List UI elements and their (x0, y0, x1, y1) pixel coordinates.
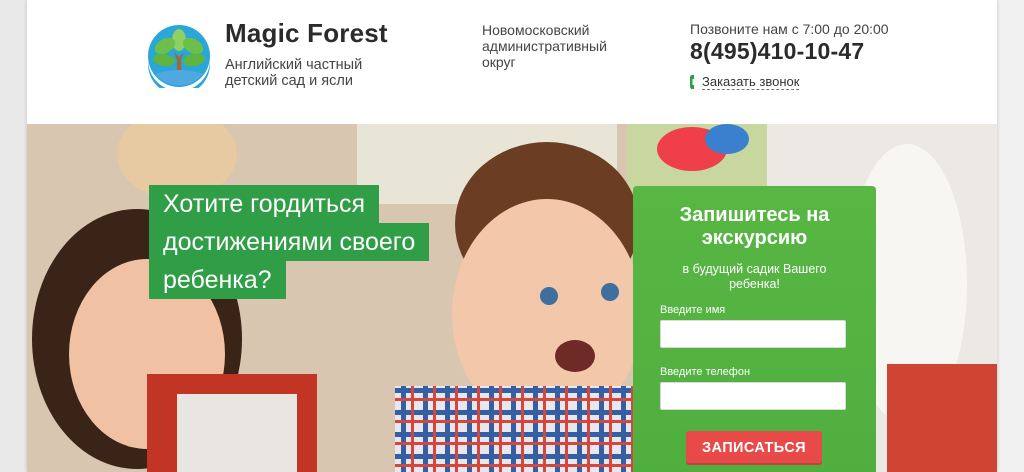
headline-line: достижениями своего (149, 223, 430, 261)
tree-logo-icon[interactable] (147, 24, 211, 88)
hero-section: Хотите гордиться достижениями своего реб… (27, 124, 997, 472)
callback-link[interactable]: Заказать звонок (690, 74, 800, 90)
name-label: Введите имя (660, 304, 726, 316)
brand-name[interactable]: Magic Forest (225, 18, 388, 49)
hero-headline: Хотите гордиться достижениями своего реб… (149, 185, 430, 299)
call-hours: Позвоните нам с 7:00 до 20:00 (690, 21, 889, 37)
district-text: Новомосковский административный округ (482, 22, 607, 70)
signup-form: Запишитесь на экскурсию в будущий садик … (633, 186, 876, 472)
right-gutter (997, 0, 1024, 472)
submit-button[interactable]: ЗАПИСАТЬСЯ (686, 431, 822, 465)
phone-handset-icon (690, 75, 694, 89)
landing-page: Magic Forest Английский частный детский … (0, 0, 1024, 472)
brand-tagline: Английский частный детский сад и ясли (225, 57, 363, 89)
form-subtitle: в будущий садик Вашего ребенка! (682, 262, 827, 291)
form-title: Запишитесь на экскурсию (679, 204, 830, 249)
page-container: Magic Forest Английский частный детский … (27, 0, 997, 472)
left-gutter (0, 0, 27, 472)
site-header: Magic Forest Английский частный детский … (27, 0, 997, 124)
headline-line: ребенка? (149, 261, 286, 299)
phone-label: Введите телефон (660, 366, 751, 378)
phone-number[interactable]: 8(495)410-10-47 (690, 38, 864, 65)
name-input[interactable] (660, 320, 846, 348)
phone-input[interactable] (660, 382, 846, 410)
callback-label[interactable]: Заказать звонок (702, 74, 800, 90)
headline-line: Хотите гордиться (149, 185, 380, 223)
